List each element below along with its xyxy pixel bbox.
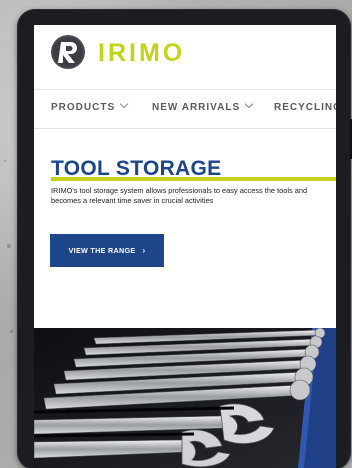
nav-item-label: RECYCLING xyxy=(274,102,336,113)
concrete-speck xyxy=(7,244,11,248)
tool-drawer-image xyxy=(34,328,336,468)
chevron-right-icon: › xyxy=(142,246,146,255)
title-underline-bar xyxy=(51,177,336,181)
nav-item-recycling[interactable]: RECYCLING xyxy=(274,102,336,113)
brand-wordmark[interactable]: IRIMO xyxy=(98,39,185,67)
view-the-range-button[interactable]: VIEW THE RANGE › xyxy=(50,234,164,267)
nav-item-products[interactable]: PRODUCTS xyxy=(51,99,129,113)
site-header: IRIMO xyxy=(34,25,336,81)
concrete-speck xyxy=(10,330,13,333)
cta-label: VIEW THE RANGE xyxy=(68,246,136,255)
nav-item-label: NEW ARRIVALS xyxy=(152,102,241,113)
tablet-screen: IRIMO PRODUCTS NEW ARRIVALS RECYCLING TO… xyxy=(34,25,336,468)
chevron-down-icon xyxy=(244,99,254,109)
wrenches-in-drawer-photo xyxy=(34,328,336,468)
hero-description: IRIMO's tool storage system allows profe… xyxy=(51,186,308,205)
chevron-down-icon xyxy=(119,99,129,109)
main-navigation: PRODUCTS NEW ARRIVALS RECYCLING xyxy=(34,89,336,129)
nav-item-label: PRODUCTS xyxy=(51,102,116,113)
nav-item-new-arrivals[interactable]: NEW ARRIVALS xyxy=(152,99,254,113)
irimo-r-logo-icon[interactable] xyxy=(50,34,86,70)
concrete-speck xyxy=(4,160,6,162)
